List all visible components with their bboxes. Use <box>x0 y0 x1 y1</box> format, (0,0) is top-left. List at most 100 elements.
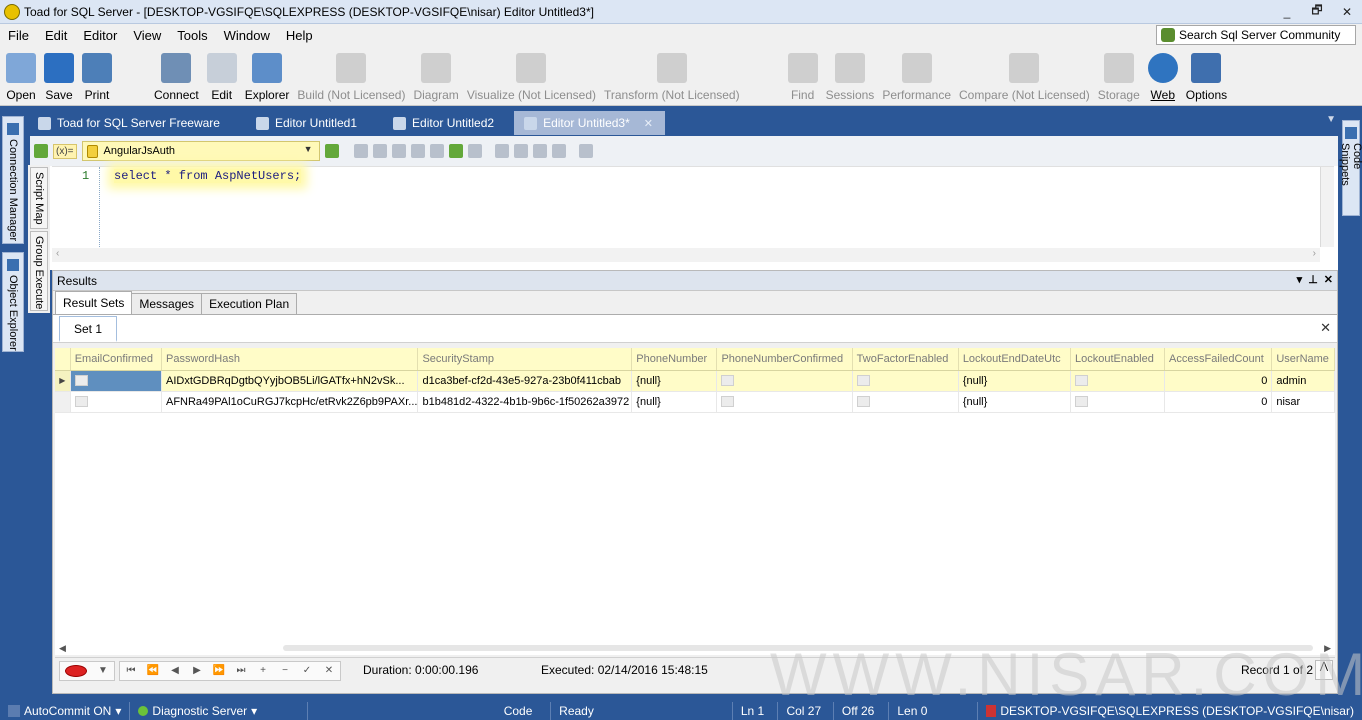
column-header[interactable]: PhoneNumber <box>631 348 718 371</box>
tab-editor-untitled3[interactable]: Editor Untitled3* ✕ <box>514 111 665 135</box>
email-confirmed-cell[interactable] <box>70 391 162 413</box>
query-plan-icon[interactable] <box>578 144 593 158</box>
phone-confirmed-cell[interactable] <box>716 370 853 392</box>
storage-button[interactable]: Storage <box>1094 45 1144 105</box>
build-button[interactable]: Build (Not Licensed) <box>293 45 409 105</box>
table-row[interactable]: AFNRa49PAl1oCuRGJ7kcpHc/etRvk2Z6pb9PAXr.… <box>55 391 1335 413</box>
object-explorer-tab[interactable]: Object Explorer <box>2 252 24 352</box>
table-row[interactable]: ▶ AIDxtGDBRqDgtbQYyjbOB5Li/lGATfx+hN2vSk… <box>55 370 1335 392</box>
lockout-end-cell[interactable]: {null} <box>958 391 1071 413</box>
sessions-button[interactable]: Sessions <box>822 45 879 105</box>
menu-file[interactable]: File <box>0 28 37 43</box>
column-header[interactable]: LockoutEndDateUtc <box>958 348 1071 371</box>
close-button[interactable]: ✕ <box>1332 1 1362 23</box>
phone-number-cell[interactable]: {null} <box>631 391 718 413</box>
tab-editor-untitled1[interactable]: Editor Untitled1 <box>246 111 369 135</box>
lockout-end-cell[interactable]: {null} <box>958 370 1071 392</box>
close-set-icon[interactable]: ✕ <box>1320 320 1331 336</box>
column-header[interactable]: TwoFactorEnabled <box>852 348 959 371</box>
menu-tools[interactable]: Tools <box>169 28 215 43</box>
phone-number-cell[interactable]: {null} <box>631 370 718 392</box>
uncomment-icon[interactable] <box>391 144 406 158</box>
column-header[interactable]: PhoneNumberConfirmed <box>716 348 853 371</box>
menu-edit[interactable]: Edit <box>37 28 75 43</box>
performance-button[interactable]: Performance <box>878 45 955 105</box>
checkbox[interactable] <box>1074 396 1088 408</box>
code-snippets-tab[interactable]: Code Snippets <box>1339 120 1362 216</box>
menu-help[interactable]: Help <box>278 28 321 43</box>
checkbox[interactable] <box>74 396 88 408</box>
column-header[interactable]: AccessFailedCount <box>1164 348 1273 371</box>
tab-editor-untitled2[interactable]: Editor Untitled2 <box>383 111 506 135</box>
lowercase-icon[interactable] <box>513 144 528 158</box>
close-tab-icon[interactable]: ✕ <box>644 117 653 130</box>
tab-set-1[interactable]: Set 1 <box>59 316 118 342</box>
column-header[interactable]: SecurityStamp <box>417 348 633 371</box>
web-button[interactable]: Web <box>1144 45 1182 105</box>
edit-button[interactable]: Edit <box>203 45 241 105</box>
run-script-icon[interactable] <box>448 144 463 158</box>
column-header[interactable]: EmailConfirmed <box>70 348 162 371</box>
dropdown-icon[interactable]: ▾ <box>1297 273 1303 286</box>
scroll-right-icon[interactable]: ▶ <box>1324 643 1331 654</box>
tab-execution-plan[interactable]: Execution Plan <box>201 293 298 314</box>
checkbox[interactable] <box>721 375 735 387</box>
column-header[interactable]: PasswordHash <box>161 348 419 371</box>
editor-vertical-scrollbar[interactable] <box>1320 167 1334 247</box>
restore-button[interactable]: 🗗 <box>1302 1 1332 23</box>
next-page-icon[interactable]: ⏩ <box>208 665 230 676</box>
username-cell[interactable]: admin <box>1271 370 1335 392</box>
column-header[interactable]: UserName <box>1271 348 1335 371</box>
security-stamp-cell[interactable]: d1ca3bef-cf2d-43e5-927a-23b0f411cbab <box>417 370 633 392</box>
uppercase-icon[interactable] <box>494 144 509 158</box>
cancel-icon[interactable]: ✕ <box>318 665 340 676</box>
chevron-down-icon[interactable]: ▼ <box>1326 114 1336 125</box>
prev-page-icon[interactable]: ⏪ <box>142 665 164 676</box>
find-replace-icon[interactable] <box>532 144 547 158</box>
variables-button[interactable]: (x)= <box>53 143 77 159</box>
search-community-box[interactable]: Search Sql Server Community <box>1156 25 1356 45</box>
username-cell[interactable]: nisar <box>1271 391 1335 413</box>
two-factor-cell[interactable] <box>852 391 959 413</box>
stop-icon[interactable] <box>467 144 482 158</box>
editor-horizontal-scrollbar[interactable]: ‹ › <box>52 248 1320 262</box>
sql-editor[interactable]: 1 select * from AspNetUsers; ‹ › <box>52 166 1334 262</box>
menu-window[interactable]: Window <box>216 28 278 43</box>
connection-status[interactable]: DESKTOP-VGSIFQE\SQLEXPRESS (DESKTOP-VGSI… <box>978 702 1362 720</box>
open-button[interactable]: Open <box>2 45 40 105</box>
close-icon[interactable]: ✕ <box>1324 273 1333 286</box>
last-record-icon[interactable]: ⏭ <box>230 665 252 676</box>
explorer-button[interactable]: Explorer <box>241 45 294 105</box>
stop-icon[interactable] <box>65 664 87 677</box>
print-button[interactable]: Print <box>78 45 116 105</box>
script-map-tab[interactable]: Script Map <box>30 167 48 229</box>
chevron-down-icon[interactable]: ▼ <box>92 665 114 676</box>
menu-editor[interactable]: Editor <box>75 28 125 43</box>
checkbox[interactable] <box>721 396 735 408</box>
indent-icon[interactable] <box>410 144 425 158</box>
menu-view[interactable]: View <box>125 28 169 43</box>
connection-select[interactable]: AngularJsAuth ▼ <box>81 141 320 161</box>
lockout-enabled-cell[interactable] <box>1070 370 1166 392</box>
checkbox[interactable] <box>856 375 870 387</box>
visualize-button[interactable]: Visualize (Not Licensed) <box>463 45 600 105</box>
grid-horizontal-scrollbar[interactable]: ◀ ▶ <box>55 641 1335 655</box>
tab-messages[interactable]: Messages <box>131 293 203 314</box>
refresh-icon[interactable] <box>324 144 339 158</box>
security-stamp-cell[interactable]: b1b481d2-4322-4b1b-9b6c-1f50262a3972 <box>417 391 633 413</box>
execute-icon[interactable] <box>34 144 48 158</box>
access-failed-cell[interactable]: 0 <box>1164 370 1273 392</box>
checkbox[interactable] <box>856 396 870 408</box>
column-header[interactable]: LockoutEnabled <box>1070 348 1166 371</box>
format-icon[interactable] <box>353 144 368 158</box>
minimize-button[interactable]: _ <box>1272 1 1302 23</box>
prev-record-icon[interactable]: ◀ <box>164 665 186 676</box>
checkbox[interactable] <box>1074 375 1088 387</box>
two-factor-cell[interactable] <box>852 370 959 392</box>
diagnostic-server-status[interactable]: Diagnostic Server ▾ <box>130 702 309 720</box>
comment-icon[interactable] <box>372 144 387 158</box>
save-button[interactable]: Save <box>40 45 78 105</box>
phone-confirmed-cell[interactable] <box>716 391 853 413</box>
find-button[interactable]: Find <box>784 45 822 105</box>
outdent-icon[interactable] <box>429 144 444 158</box>
